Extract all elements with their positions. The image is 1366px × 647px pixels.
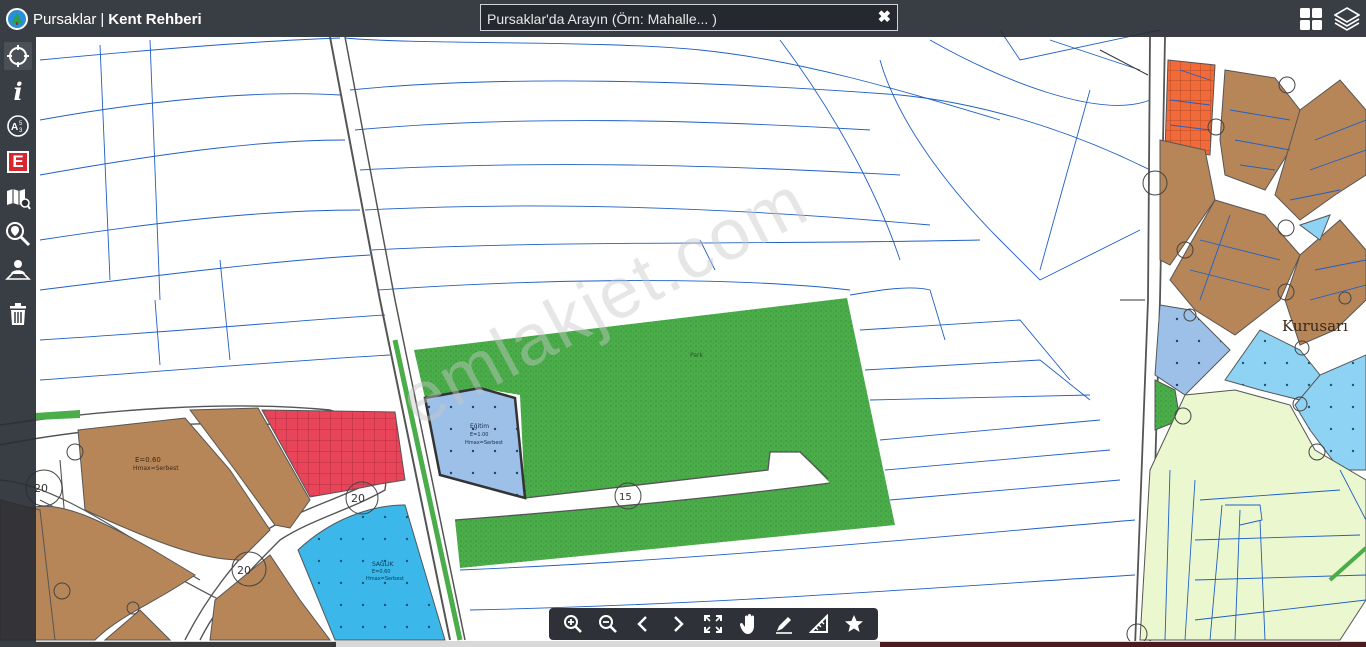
svg-text:E=0.60: E=0.60: [372, 569, 390, 575]
map-navigation-toolbar: [549, 608, 878, 640]
abc-label-icon[interactable]: A53: [4, 112, 32, 140]
clear-search-icon[interactable]: ✖: [878, 7, 891, 27]
grid-layout-icon[interactable]: [1298, 6, 1324, 32]
search-input[interactable]: [485, 8, 869, 29]
city-guide-app: Park Eğitim E=1.00 Hmax=Serbest E=0.60 H…: [0, 0, 1366, 647]
svg-text:SAĞLIK: SAĞLIK: [372, 561, 395, 568]
svg-text:20: 20: [34, 482, 48, 495]
fullscreen-icon[interactable]: [700, 611, 726, 637]
back-icon[interactable]: [630, 611, 656, 637]
layers-icon[interactable]: [1334, 6, 1360, 32]
e-government-icon[interactable]: E: [7, 151, 29, 173]
municipality-logo-icon: [6, 8, 28, 30]
svg-text:Park: Park: [690, 352, 703, 359]
brand[interactable]: Pursaklar | Kent Rehberi: [6, 7, 202, 31]
svg-text:20: 20: [351, 492, 365, 505]
title-separator: |: [100, 10, 105, 28]
svg-text:3: 3: [19, 128, 23, 134]
svg-text:5: 5: [19, 121, 23, 127]
measure-icon[interactable]: [806, 611, 832, 637]
user-location-icon[interactable]: [4, 256, 32, 284]
favorite-icon[interactable]: [841, 611, 867, 637]
svg-text:A: A: [11, 122, 18, 133]
svg-text:Kurusarı: Kurusarı: [1282, 317, 1348, 335]
city-name: Pursaklar: [33, 10, 97, 28]
map-canvas[interactable]: Park Eğitim E=1.00 Hmax=Serbest E=0.60 H…: [0, 0, 1366, 647]
location-search-icon[interactable]: [4, 220, 32, 248]
svg-text:E=0.60: E=0.60: [135, 456, 161, 464]
forward-icon[interactable]: [665, 611, 691, 637]
info-icon[interactable]: i: [4, 76, 32, 106]
svg-text:Hmax=Serbest: Hmax=Serbest: [366, 576, 404, 582]
zoom-in-icon[interactable]: [560, 611, 586, 637]
pan-hand-icon[interactable]: [736, 611, 762, 637]
info-glyph: i: [13, 76, 23, 106]
svg-text:E=1.00: E=1.00: [470, 432, 488, 438]
svg-text:Hmax=Serbest: Hmax=Serbest: [465, 440, 503, 446]
trash-icon[interactable]: [4, 300, 32, 328]
svg-text:15: 15: [619, 492, 632, 503]
top-right-tools: [1298, 0, 1366, 37]
svg-text:Hmax=Serbest: Hmax=Serbest: [133, 465, 179, 472]
app-title: Kent Rehberi: [108, 10, 202, 28]
draw-icon[interactable]: [771, 611, 797, 637]
search-box: ✖: [480, 4, 898, 31]
zoom-out-icon[interactable]: [595, 611, 621, 637]
svg-text:Eğitim: Eğitim: [470, 423, 489, 430]
map-search-icon[interactable]: [4, 184, 32, 212]
svg-text:20: 20: [237, 564, 251, 577]
crosshair-icon[interactable]: [4, 42, 32, 70]
